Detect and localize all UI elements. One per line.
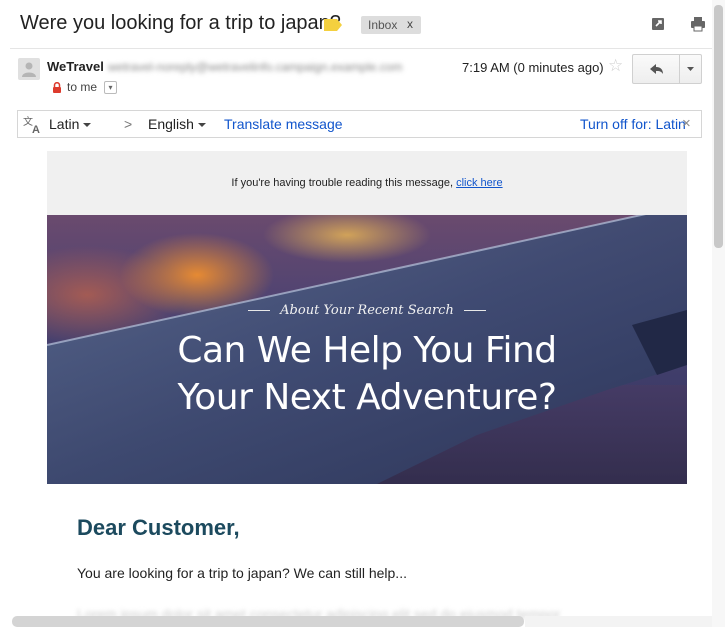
close-translate-bar-icon[interactable]: ×	[682, 115, 691, 132]
view-online-banner: If you're having trouble reading this me…	[47, 151, 687, 215]
chevron-down-icon	[197, 123, 206, 128]
star-icon[interactable]: ☆	[608, 56, 623, 76]
inbox-label: Inbox	[368, 18, 398, 32]
translate-bar: 文 A Latin > English Translate message Tu…	[17, 110, 702, 138]
hero-title: Can We Help You Find Your Next Adventure…	[47, 327, 687, 421]
translate-icon: 文 A	[22, 114, 42, 136]
lock-icon	[52, 80, 62, 93]
horizontal-scrollbar-track[interactable]	[525, 616, 712, 627]
svg-text:A: A	[32, 124, 40, 134]
body-paragraph: You are looking for a trip to japan? We …	[77, 565, 407, 581]
hero-title-line-2: Your Next Adventure?	[177, 377, 557, 418]
hero-banner-image[interactable]: About Your Recent Search Can We Help You…	[47, 215, 687, 484]
target-language-label: English	[148, 116, 194, 132]
header-divider	[10, 48, 715, 49]
translate-message-link[interactable]: Translate message	[224, 116, 343, 132]
horizontal-scrollbar-thumb[interactable]	[12, 616, 524, 627]
source-language-label: Latin	[49, 116, 80, 132]
recipient-label: to me	[67, 80, 98, 94]
print-icon[interactable]	[690, 16, 706, 32]
importance-marker-icon[interactable]	[324, 18, 342, 31]
sender-email: wetravel-noreply@wetravelinfo.campaign.e…	[108, 60, 403, 74]
arrow-icon: >	[124, 116, 133, 132]
inbox-label-chip[interactable]: Inbox x	[361, 16, 421, 34]
trouble-reading-text: If you're having trouble reading this me…	[231, 177, 454, 189]
target-language-dropdown[interactable]: English	[148, 116, 206, 132]
hero-title-line-1: Can We Help You Find	[177, 330, 557, 371]
reply-button-group	[632, 54, 702, 84]
sender-name[interactable]: WeTravel	[47, 59, 104, 74]
chevron-down-icon	[83, 123, 92, 128]
turn-off-translation-link[interactable]: Turn off for: Latin	[580, 116, 686, 132]
greeting-heading: Dear Customer,	[77, 515, 240, 540]
avatar	[18, 58, 40, 80]
vertical-scrollbar-thumb[interactable]	[714, 5, 723, 248]
reply-button[interactable]	[633, 55, 680, 83]
open-new-window-icon[interactable]	[650, 16, 666, 32]
email-subject: Were you looking for a trip to japan?	[20, 12, 341, 34]
source-language-dropdown[interactable]: Latin	[49, 116, 92, 132]
chevron-down-icon	[687, 67, 694, 71]
view-online-text: If you're having trouble reading this me…	[47, 177, 687, 189]
recipient-details-dropdown[interactable]: ▾	[104, 81, 117, 94]
hero-subtitle-text: About Your Recent Search	[280, 303, 454, 318]
remove-label-button[interactable]: x	[407, 17, 413, 31]
timestamp: 7:19 AM (0 minutes ago)	[462, 60, 604, 75]
more-options-button[interactable]	[680, 55, 701, 83]
click-here-link[interactable]: click here	[456, 177, 502, 189]
reply-icon	[650, 64, 663, 74]
hero-subtitle: About Your Recent Search	[47, 303, 687, 318]
